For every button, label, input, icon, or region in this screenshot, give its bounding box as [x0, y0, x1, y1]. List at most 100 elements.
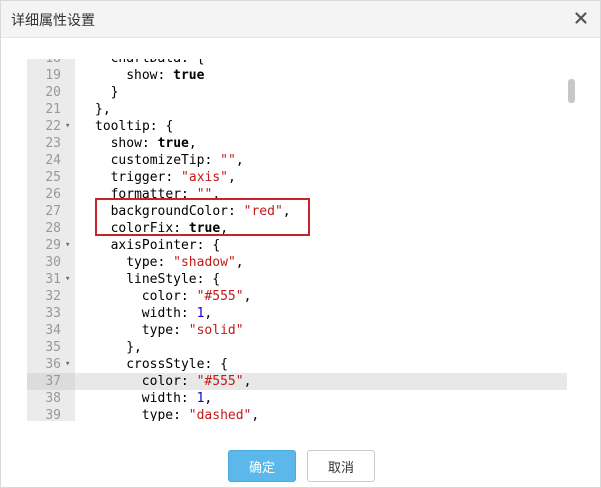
- code-line[interactable]: 20}: [27, 84, 581, 101]
- line-number: 32: [45, 289, 61, 304]
- line-number: 21: [45, 102, 61, 117]
- line-number-cell: 33: [27, 305, 75, 322]
- code-token-punc: ,: [243, 289, 252, 304]
- code-token-punc: ,: [235, 255, 244, 270]
- cancel-button[interactable]: 取消: [307, 450, 375, 482]
- line-number: 29: [45, 238, 61, 253]
- code-token-punc: ,: [220, 221, 229, 236]
- code-line[interactable]: 38 width: 1,: [27, 390, 581, 407]
- code-token-str: "#555": [196, 289, 244, 304]
- code-token-key: formatter:: [110, 187, 197, 202]
- code-text: color: "#555",: [75, 288, 567, 305]
- close-button[interactable]: [572, 9, 590, 27]
- fold-arrow-icon[interactable]: ▾: [65, 356, 70, 373]
- code-line[interactable]: 19 show: true: [27, 67, 581, 84]
- code-token-key: axisPointer: {: [110, 238, 221, 253]
- code-text: type: "dashed",: [75, 407, 567, 421]
- code-token-key: chartData: {: [111, 59, 205, 66]
- dialog-header: 详细属性设置: [1, 1, 600, 38]
- confirm-button[interactable]: 确定: [228, 450, 296, 482]
- code-token-key: show:: [126, 68, 174, 83]
- code-line[interactable]: 27 backgroundColor: "red",: [27, 203, 581, 220]
- code-line[interactable]: 24 customizeTip: "",: [27, 152, 581, 169]
- line-number-cell: 32: [27, 288, 75, 305]
- code-token-key: color:: [141, 289, 197, 304]
- code-token-str: "shadow": [173, 255, 236, 270]
- line-number-cell: 35: [27, 339, 75, 356]
- line-number-cell: 37: [27, 373, 75, 390]
- line-number: 39: [45, 408, 61, 421]
- code-token-str: "": [220, 153, 236, 168]
- fold-arrow-icon[interactable]: ▾: [65, 118, 70, 135]
- code-line[interactable]: 37 color: "#555",: [27, 373, 581, 390]
- line-number-cell: 27: [27, 203, 75, 220]
- code-token-key: lineStyle: {: [126, 272, 221, 287]
- code-text: }: [75, 84, 567, 101]
- code-token-key: type:: [141, 323, 189, 338]
- code-token-key: backgroundColor:: [110, 204, 244, 219]
- editor-scrollbar-thumb[interactable]: [568, 79, 575, 103]
- code-token-punc: },: [126, 340, 142, 355]
- code-line[interactable]: 30 type: "shadow",: [27, 254, 581, 271]
- line-number-cell: 25: [27, 169, 75, 186]
- code-token-key: type:: [126, 255, 174, 270]
- line-number: 30: [45, 255, 61, 270]
- code-token-str: "red": [243, 204, 283, 219]
- code-token-punc: ,: [212, 187, 221, 202]
- code-line[interactable]: 25 trigger: "axis",: [27, 169, 581, 186]
- line-number-cell: 20: [27, 84, 75, 101]
- code-text: formatter: "",: [75, 186, 567, 203]
- code-token-str: "": [196, 187, 213, 202]
- line-number-cell: 34: [27, 322, 75, 339]
- code-line[interactable]: 28 colorFix: true,: [27, 220, 581, 237]
- code-line[interactable]: 33 width: 1,: [27, 305, 581, 322]
- line-number: 28: [45, 221, 61, 236]
- code-line[interactable]: 35},: [27, 339, 581, 356]
- line-number-cell: 28: [27, 220, 75, 237]
- code-line[interactable]: 39 type: "dashed",: [27, 407, 581, 421]
- line-number: 34: [45, 323, 61, 338]
- code-line[interactable]: 22 ▾ tooltip: {: [27, 118, 581, 135]
- code-token-key: width:: [141, 306, 197, 321]
- code-token-key: show:: [110, 136, 158, 151]
- fold-arrow-icon[interactable]: ▾: [65, 271, 70, 288]
- code-line[interactable]: 23 show: true,: [27, 135, 581, 152]
- code-token-key: customizeTip:: [110, 153, 221, 168]
- code-token-str: "axis": [181, 170, 229, 185]
- fold-arrow-icon[interactable]: ▾: [65, 237, 70, 254]
- code-line[interactable]: 32 color: "#555",: [27, 288, 581, 305]
- code-editor[interactable]: 18chartData: {19show: true20}21},22▾tool…: [27, 59, 581, 421]
- line-number: 37: [45, 374, 61, 389]
- code-token-punc: ,: [204, 306, 213, 321]
- code-text: type: "shadow",: [75, 254, 567, 271]
- code-line[interactable]: 31 ▾ lineStyle: {: [27, 271, 581, 288]
- code-line[interactable]: 34 type: "solid": [27, 322, 581, 339]
- code-line[interactable]: 29 ▾ axisPointer: {: [27, 237, 581, 254]
- code-text: width: 1,: [75, 305, 567, 322]
- line-number: 38: [45, 391, 61, 406]
- line-number: 31: [45, 272, 61, 287]
- line-number-cell: 31 ▾: [27, 271, 75, 288]
- line-number: 35: [45, 340, 61, 355]
- code-token-punc: ,: [228, 170, 236, 185]
- code-token-punc: ,: [282, 204, 291, 219]
- line-number: 18: [45, 59, 61, 67]
- line-number-cell: 29 ▾: [27, 237, 75, 254]
- code-text: tooltip: {: [75, 118, 567, 135]
- code-line[interactable]: 18 chartData: {: [27, 59, 581, 67]
- code-text: lineStyle: {: [75, 271, 567, 288]
- code-token-key: color:: [141, 374, 197, 389]
- code-token-str: "dashed": [188, 408, 252, 421]
- line-number: 20: [45, 85, 61, 100]
- code-token-key: width:: [141, 391, 197, 406]
- code-token-bool: true: [173, 68, 205, 83]
- code-line[interactable]: 36 ▾ crossStyle: {: [27, 356, 581, 373]
- line-number: 19: [45, 68, 61, 83]
- line-number-cell: 36 ▾: [27, 356, 75, 373]
- code-token-bool: true: [188, 221, 221, 236]
- line-number: 27: [45, 204, 61, 219]
- code-token-punc: },: [95, 102, 111, 117]
- code-line[interactable]: 26 formatter: "",: [27, 186, 581, 203]
- code-text: },: [75, 101, 567, 118]
- code-line[interactable]: 21},: [27, 101, 581, 118]
